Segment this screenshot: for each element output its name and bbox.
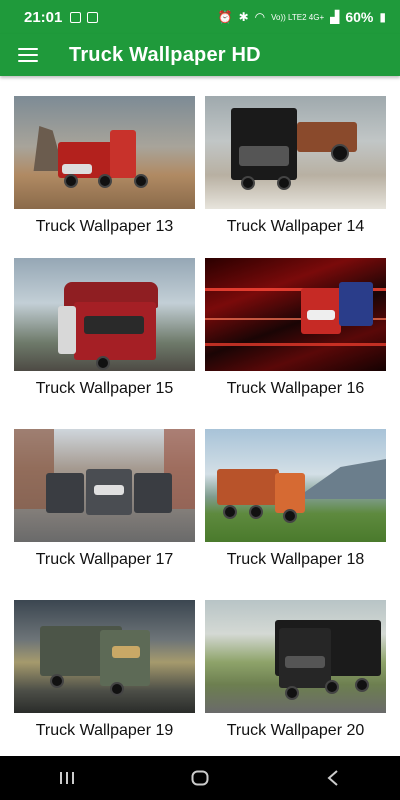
wallpaper-thumbnail xyxy=(205,96,386,209)
recent-apps-button[interactable] xyxy=(47,763,87,793)
wallpaper-thumbnail xyxy=(14,600,195,713)
status-time: 21:01 xyxy=(24,8,63,26)
wallpaper-thumbnail xyxy=(14,96,195,209)
image-notification-icon xyxy=(70,11,82,23)
status-right: ⏰ ✱ ◠ Vo)) LTE2 4G+ ▟ 60% ▮ xyxy=(218,9,386,25)
wallpaper-card-15[interactable]: Truck Wallpaper 15 xyxy=(14,258,195,423)
wallpaper-card-17[interactable]: Truck Wallpaper 17 xyxy=(14,429,195,594)
signal-icon: ▟ xyxy=(330,10,340,24)
bluetooth-icon: ✱ xyxy=(238,10,249,24)
wallpaper-thumbnail xyxy=(205,258,386,371)
system-navigation-bar xyxy=(0,756,400,800)
wallpaper-label: Truck Wallpaper 16 xyxy=(226,380,365,397)
notification-icons xyxy=(70,11,99,23)
battery-icon: ▮ xyxy=(379,10,386,24)
wallpaper-card-13[interactable]: Truck Wallpaper 13 xyxy=(14,96,195,261)
wallpaper-label: Truck Wallpaper 17 xyxy=(35,551,174,568)
alarm-icon: ⏰ xyxy=(217,10,233,24)
back-button[interactable] xyxy=(313,763,353,793)
battery-level: 60% xyxy=(345,9,374,25)
network-type: Vo)) LTE2 4G+ xyxy=(271,12,325,22)
wallpaper-label: Truck Wallpaper 19 xyxy=(35,722,174,739)
app-bar: Truck Wallpaper HD xyxy=(0,34,400,76)
app-title: Truck Wallpaper HD xyxy=(69,43,261,66)
wallpaper-label: Truck Wallpaper 15 xyxy=(35,380,174,397)
hamburger-menu-icon[interactable] xyxy=(18,48,38,62)
wallpaper-thumbnail xyxy=(205,600,386,713)
wallpaper-card-16[interactable]: Truck Wallpaper 16 xyxy=(205,258,386,423)
wallpaper-thumbnail xyxy=(205,429,386,542)
wallpaper-label: Truck Wallpaper 13 xyxy=(35,218,174,235)
wallpaper-label: Truck Wallpaper 18 xyxy=(226,551,365,568)
wallpaper-card-20[interactable]: Truck Wallpaper 20 xyxy=(205,600,386,765)
wallpaper-thumbnail xyxy=(14,429,195,542)
back-icon xyxy=(327,770,338,786)
wallpaper-label: Truck Wallpaper 20 xyxy=(226,722,365,739)
check-notification-icon xyxy=(87,11,99,23)
wallpaper-card-19[interactable]: Truck Wallpaper 19 xyxy=(14,600,195,765)
wallpaper-label: Truck Wallpaper 14 xyxy=(226,218,365,235)
home-icon xyxy=(191,770,209,786)
wifi-icon: ◠ xyxy=(254,10,266,24)
recent-apps-icon xyxy=(59,772,74,784)
wallpaper-card-18[interactable]: Truck Wallpaper 18 xyxy=(205,429,386,594)
wallpaper-card-14[interactable]: Truck Wallpaper 14 xyxy=(205,96,386,261)
status-bar: 21:01 ⏰ ✱ ◠ Vo)) LTE2 4G+ ▟ 60% ▮ xyxy=(0,0,400,34)
home-button[interactable] xyxy=(180,763,220,793)
wallpaper-thumbnail xyxy=(14,258,195,371)
